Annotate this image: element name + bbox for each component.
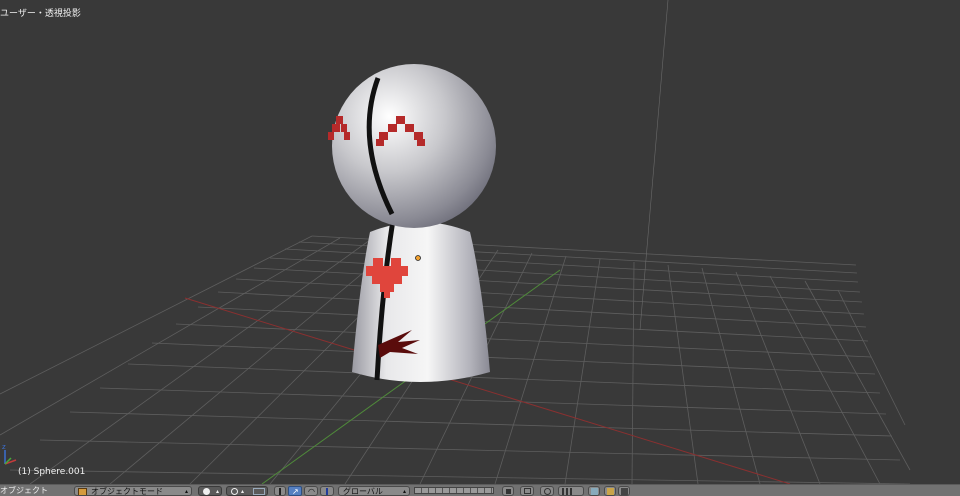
scene-canvas[interactable] (0, 0, 960, 484)
object-origin-point[interactable] (415, 255, 421, 261)
x-axis-line (184, 297, 791, 484)
active-object-label: (1) Sphere.001 (18, 467, 86, 477)
character-body (352, 222, 490, 382)
scale-icon (326, 488, 328, 495)
layers-icon (414, 487, 494, 494)
axis-orientation-gizmo: z (2, 443, 17, 465)
character-head (332, 64, 496, 228)
lock-icon (506, 489, 511, 494)
render-icon (591, 488, 598, 495)
camera-icon (607, 488, 614, 495)
manipulator-icon (279, 488, 281, 495)
character-model[interactable] (328, 64, 496, 382)
layers-grid-icon (253, 488, 265, 495)
chart-icon (562, 488, 572, 495)
svg-text:z: z (2, 443, 6, 451)
viewport-header: オブジェクト オブジェクトモード ▴ ▴ ▴ ↗ ◠ グローバル ▴ (0, 484, 960, 496)
viewport-shading-icon (203, 488, 210, 495)
film-icon (621, 488, 628, 495)
snap-icon (524, 488, 531, 494)
pivot-point-icon (231, 488, 238, 495)
view-mode-label: ユーザー・透視投影 (0, 9, 81, 19)
proportional-edit-icon (544, 488, 551, 495)
3d-viewport[interactable]: ユーザー・透視投影 z (1) Sphere.001 (0, 0, 960, 484)
